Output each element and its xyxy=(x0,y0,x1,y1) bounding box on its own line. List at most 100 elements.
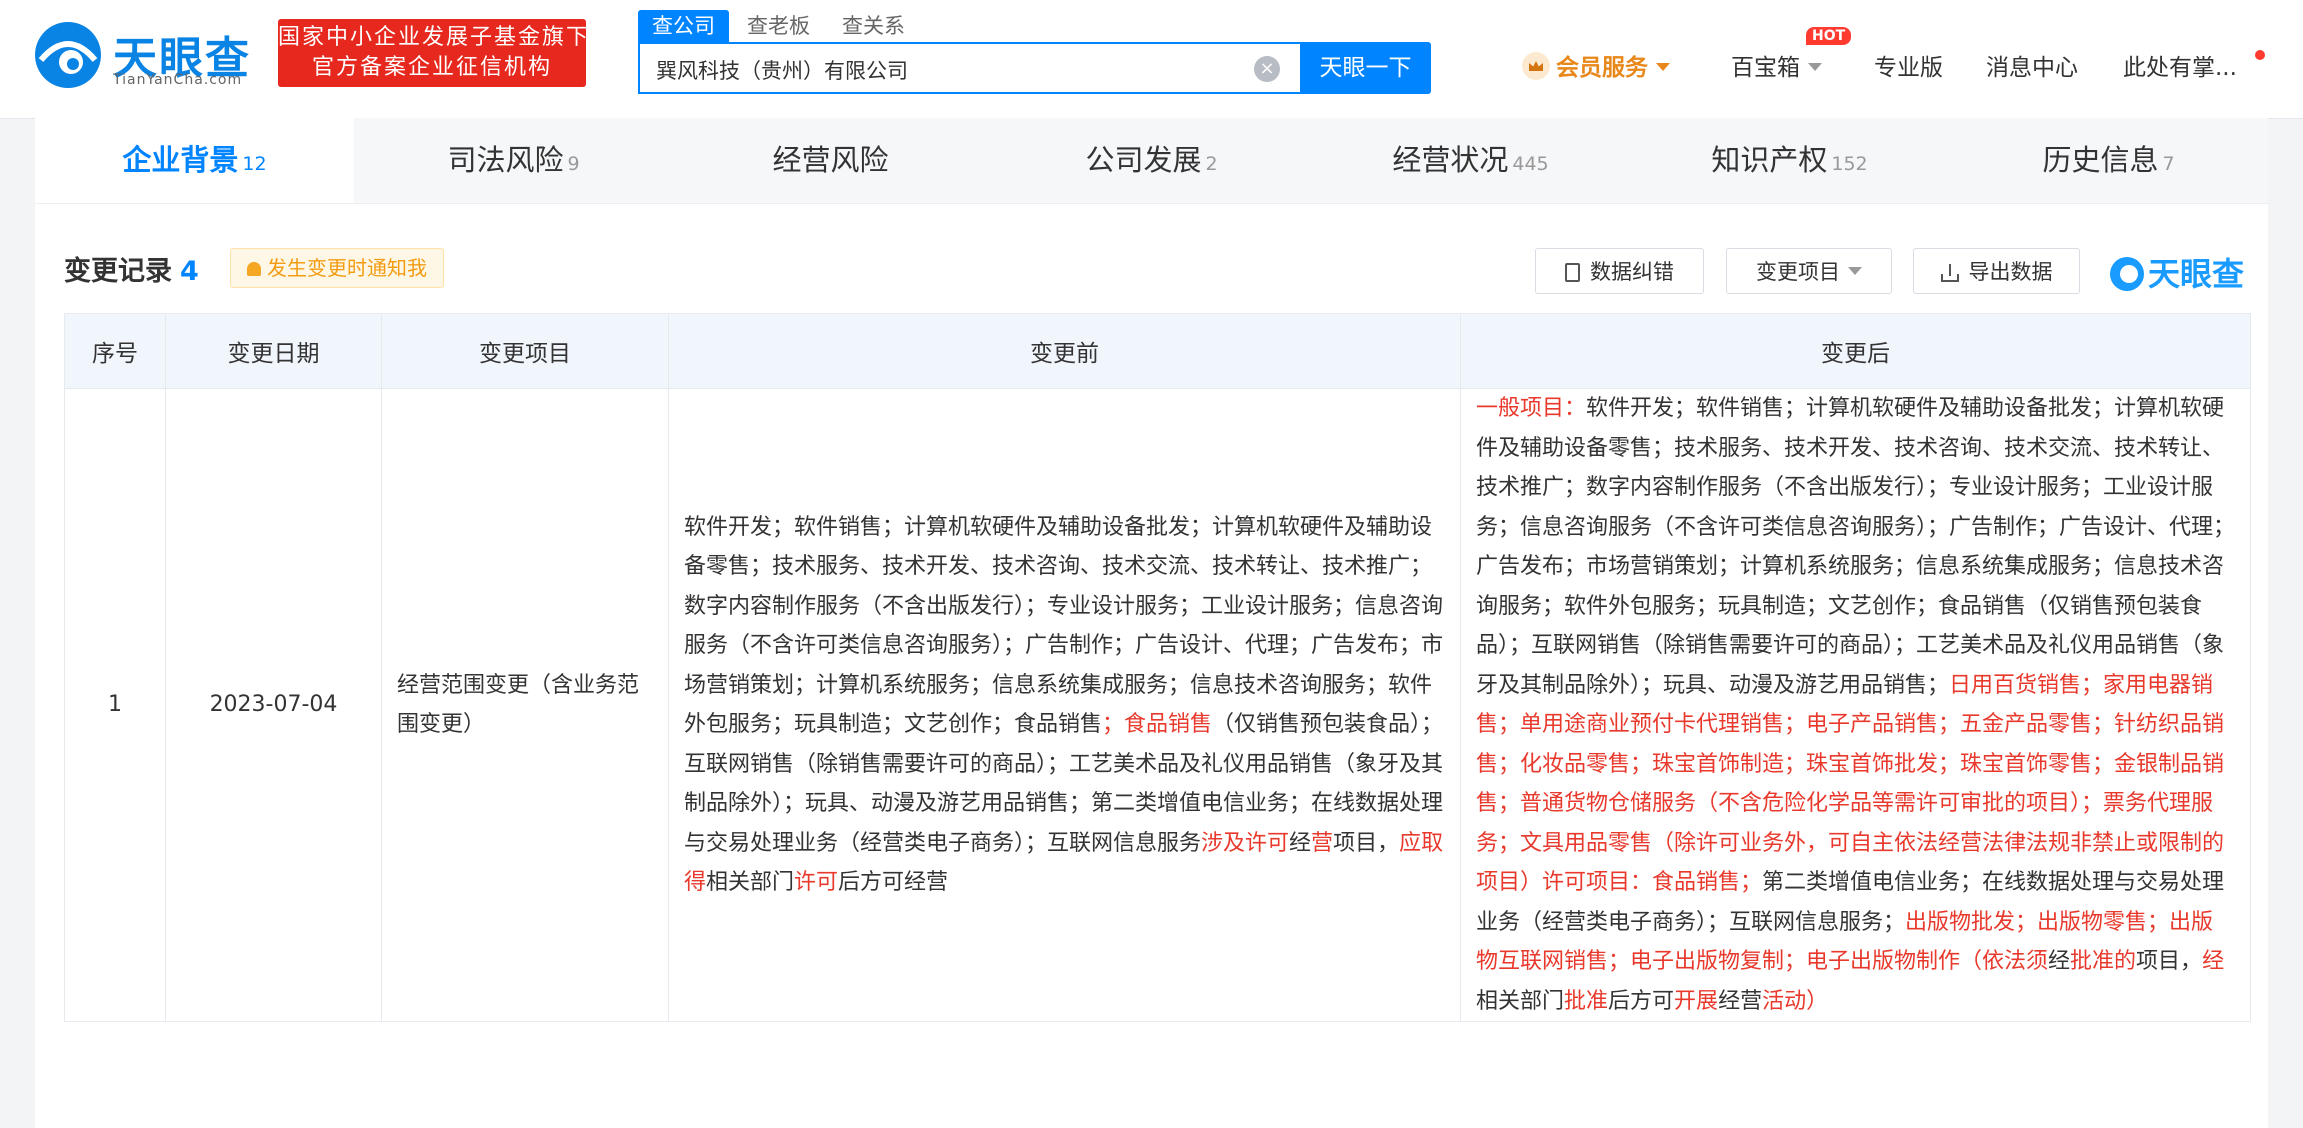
before-segment: 后方可经营 xyxy=(838,870,949,895)
vip-service-menu[interactable]: 会员服务 xyxy=(1522,48,1670,82)
before-segment-highlight: ；食品销售 xyxy=(1102,712,1213,737)
search-tab-company[interactable]: 查公司 xyxy=(638,10,729,42)
tab-company-background[interactable]: 企业背景 12 xyxy=(35,118,354,203)
after-segment-highlight: 批准的 xyxy=(2070,949,2137,974)
after-segment-highlight: 活动） xyxy=(1762,988,1829,1014)
official-badge: 国家中小企业发展子基金旗下 官方备案企业征信机构 xyxy=(278,19,591,87)
col-header-item: 变更项目 xyxy=(381,313,669,389)
col-header-index: 序号 xyxy=(64,313,166,389)
toolbox-label: 百宝箱 xyxy=(1731,55,1800,81)
logo[interactable]: 天眼查 TianYanCha.com xyxy=(33,18,263,90)
chevron-down-icon xyxy=(1808,63,1822,71)
pro-version-link[interactable]: 专业版 xyxy=(1874,48,1943,82)
after-segment-highlight: 批准 xyxy=(1564,988,1609,1014)
hot-badge: HOT xyxy=(1806,27,1852,45)
correction-label: 数据纠错 xyxy=(1590,260,1674,284)
cell-after: 一般项目：软件开发；软件销售；计算机软硬件及辅助设备批发；计算机软硬件及辅助设备… xyxy=(1460,388,2251,1022)
bell-icon xyxy=(247,262,261,276)
tab-count: 445 xyxy=(1512,153,1549,175)
tab-count: 7 xyxy=(2162,153,2175,175)
change-item-filter[interactable]: 变更项目 xyxy=(1726,248,1892,294)
cell-date: 2023-07-04 xyxy=(165,388,382,1022)
cell-index: 1 xyxy=(64,388,166,1022)
watermark-logo: 天眼查 xyxy=(2110,249,2244,295)
tab-count: 152 xyxy=(1831,153,1868,175)
before-segment: 项目， xyxy=(1333,830,1400,856)
after-segment: 软件开发；软件销售；计算机软硬件及辅助设备批发；计算机软硬件及辅助设备零售；技术… xyxy=(1476,396,2236,698)
tab-operation-risk[interactable]: 经营风险 xyxy=(673,118,992,203)
before-segment: 软件开发；软件销售；计算机软硬件及辅助设备批发；计算机软硬件及辅助设备零售；技术… xyxy=(684,514,1444,738)
export-label: 导出数据 xyxy=(1968,260,2053,284)
download-icon xyxy=(1940,264,1959,282)
before-segment-highlight: 涉及许可 xyxy=(1201,830,1290,856)
after-segment: 经 xyxy=(2048,949,2071,974)
table-header-row: 序号 变更日期 变更项目 变更前 变更后 xyxy=(64,313,2251,389)
tab-label: 司法风险 xyxy=(447,143,564,177)
tab-judicial-risk[interactable]: 司法风险 9 xyxy=(354,118,673,203)
col-header-after: 变更后 xyxy=(1460,313,2251,389)
crown-icon xyxy=(1522,52,1550,80)
message-center-link[interactable]: 消息中心 xyxy=(1986,48,2078,82)
tab-label: 经营风险 xyxy=(772,143,889,177)
search-tab-relation[interactable]: 查关系 xyxy=(828,10,919,42)
filter-label: 变更项目 xyxy=(1756,260,1840,284)
tab-count: 9 xyxy=(567,153,580,175)
after-segment-highlight: 一般项目： xyxy=(1476,396,1587,421)
section-title: 变更记录 4 xyxy=(64,249,199,288)
after-segment-highlight: 经 xyxy=(2202,949,2225,974)
vip-label: 会员服务 xyxy=(1556,55,1648,81)
category-tabs: 企业背景 12 司法风险 9 经营风险 公司发展 2 经营状况 445 知识产权 152 … xyxy=(35,118,2268,204)
before-segment: 经 xyxy=(1289,830,1312,856)
table-row: 1 2023-07-04 经营范围变更（含业务范围变更） 软件开发；软件销售；计… xyxy=(64,388,2251,1022)
after-segment-highlight: 日用百货销售；家用电器销售；单用途商业预付卡代理销售；电子产品销售；五金产品零售… xyxy=(1476,672,2225,896)
col-header-date: 变更日期 xyxy=(165,313,382,389)
search-input[interactable] xyxy=(654,54,1238,86)
cell-before: 软件开发；软件销售；计算机软硬件及辅助设备批发；计算机软硬件及辅助设备零售；技术… xyxy=(668,388,1461,1022)
cell-item: 经营范围变更（含业务范围变更） xyxy=(381,388,669,1022)
search-type-tabs: 查公司 查老板 查关系 xyxy=(638,10,923,42)
tab-label: 企业背景 xyxy=(122,143,239,177)
search-tab-boss[interactable]: 查老板 xyxy=(733,10,824,42)
record-count: 4 xyxy=(180,256,199,287)
after-segment-highlight: 开展 xyxy=(1674,988,1719,1014)
tab-count: 2 xyxy=(1205,153,1218,175)
change-records-table: 序号 变更日期 变更项目 变更前 变更后 1 2023-07-04 经营范围变更… xyxy=(64,313,2251,1022)
before-segment-highlight: 营 xyxy=(1311,830,1334,856)
toolbox-menu[interactable]: 百宝箱 xyxy=(1731,48,1822,82)
data-correction-button[interactable]: 数据纠错 xyxy=(1535,248,1704,294)
notification-dot xyxy=(2255,50,2265,60)
before-segment-highlight: 许可 xyxy=(794,870,839,895)
notify-on-change-button[interactable]: 发生变更时通知我 xyxy=(230,248,444,288)
after-segment: 项目， xyxy=(2136,949,2203,974)
tab-operation-status[interactable]: 经营状况 445 xyxy=(1311,118,1630,203)
after-segment: 后方可 xyxy=(1608,988,1675,1014)
clear-icon[interactable]: × xyxy=(1254,56,1280,82)
after-segment: 经营 xyxy=(1718,988,1763,1014)
after-segment: 相关部门 xyxy=(1476,988,1565,1014)
tab-label: 历史信息 xyxy=(2042,143,2159,177)
watermark-text: 天眼查 xyxy=(2148,255,2245,293)
main-card: 企业背景 12 司法风险 9 经营风险 公司发展 2 经营状况 445 知识产权 152 … xyxy=(35,118,2268,1128)
chevron-down-icon xyxy=(1848,267,1862,275)
user-menu[interactable]: 此处有掌... xyxy=(2123,48,2237,82)
tab-count: 12 xyxy=(242,153,267,175)
export-data-button[interactable]: 导出数据 xyxy=(1913,248,2080,294)
chevron-down-icon xyxy=(1656,63,1670,71)
before-segment: 相关部门 xyxy=(706,870,795,895)
search-button[interactable]: 天眼一下 xyxy=(1300,42,1431,94)
watermark-eye-icon xyxy=(2110,257,2144,291)
notify-label: 发生变更时通知我 xyxy=(267,256,427,280)
logo-domain: TianYanCha.com xyxy=(113,72,243,88)
col-header-before: 变更前 xyxy=(668,313,1461,389)
document-icon xyxy=(1565,263,1580,282)
logo-eye-icon xyxy=(35,22,101,88)
tab-history-info[interactable]: 历史信息 7 xyxy=(1949,118,2268,203)
tab-label: 知识产权 xyxy=(1711,143,1828,177)
search-box: × xyxy=(638,42,1300,94)
badge-line-2: 官方备案企业征信机构 xyxy=(311,55,552,80)
section-title-text: 变更记录 xyxy=(64,256,172,287)
tab-label: 经营状况 xyxy=(1392,143,1509,177)
badge-line-1: 国家中小企业发展子基金旗下 xyxy=(278,25,591,50)
tab-intellectual-property[interactable]: 知识产权 152 xyxy=(1630,118,1949,203)
tab-company-development[interactable]: 公司发展 2 xyxy=(992,118,1311,203)
